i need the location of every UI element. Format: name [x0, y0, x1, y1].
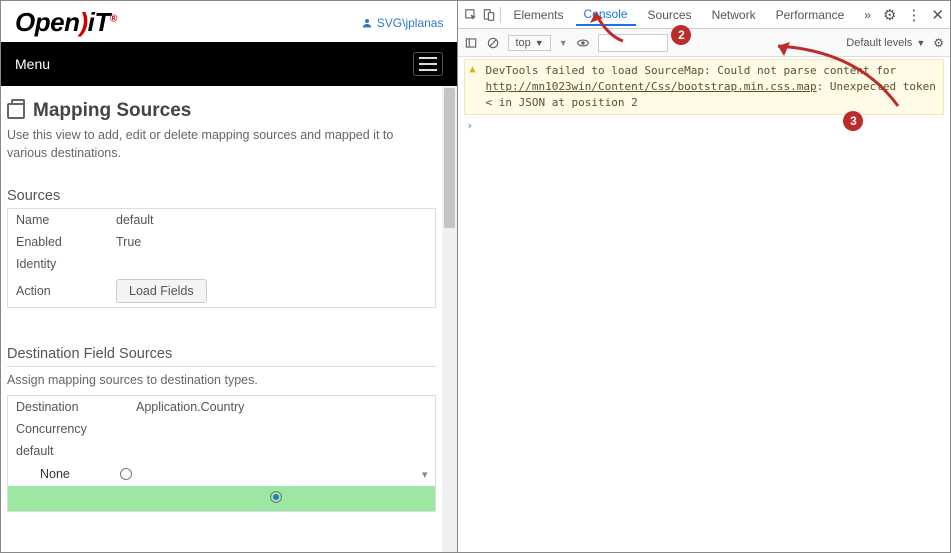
cell-key: Name [16, 213, 116, 227]
scrollbar-thumb[interactable] [444, 88, 455, 228]
table-row: Concurrency [8, 418, 435, 440]
page-content: Mapping Sources Use this view to add, ed… [1, 86, 442, 552]
user-link[interactable]: SVG\jplanas [361, 16, 444, 30]
logo-paren-icon: ) [79, 7, 87, 37]
dest-heading: Destination Field Sources [7, 346, 436, 367]
cell-val: Application.Country [136, 400, 244, 414]
table-row: Identity [8, 253, 435, 275]
context-label: top [515, 37, 530, 49]
tab-console[interactable]: Console [576, 3, 636, 26]
chevron-down-icon: ▼ [535, 38, 544, 48]
radio-icon [270, 491, 282, 503]
tab-network[interactable]: Network [704, 4, 764, 26]
tab-performance[interactable]: Performance [768, 4, 853, 26]
table-row: Namedefault [8, 209, 435, 231]
radio-row-selected[interactable] [8, 486, 435, 511]
cell-key: Enabled [16, 235, 116, 249]
cell-key: Concurrency [16, 422, 136, 436]
table-row: EnabledTrue [8, 231, 435, 253]
kebab-icon[interactable]: ⋮ [906, 6, 921, 24]
console-warning: DevTools failed to load SourceMap: Could… [464, 59, 944, 115]
radio-row-none[interactable]: None ▾ [8, 462, 435, 486]
page-title-text: Mapping Sources [33, 100, 191, 122]
page-description: Use this view to add, edit or delete map… [7, 126, 436, 162]
clear-console-icon[interactable] [486, 36, 500, 50]
console-output: DevTools failed to load SourceMap: Could… [458, 57, 950, 552]
menu-bar: Menu [1, 42, 457, 86]
warn-link[interactable]: http://mn1023win/Content/Css/bootstrap.m… [485, 80, 816, 93]
cell-key: default [16, 444, 136, 458]
tab-sources[interactable]: Sources [640, 4, 700, 26]
chevron-down-icon: ▾ [422, 468, 428, 481]
page-title: Mapping Sources [7, 100, 436, 122]
gear-icon[interactable]: ⚙ [933, 36, 944, 50]
radio-label: None [40, 467, 120, 481]
context-selector[interactable]: top ▼ [508, 35, 550, 51]
close-icon[interactable]: ✕ [931, 6, 944, 24]
chevron-down-icon: ▼ [916, 38, 925, 48]
filter-input[interactable] [598, 34, 668, 52]
gear-icon[interactable]: ⚙ [883, 6, 896, 24]
eye-icon[interactable] [576, 36, 590, 50]
cell-key: Destination [16, 400, 136, 414]
tabs-overflow-icon[interactable]: » [856, 4, 879, 26]
table-row: DestinationApplication.Country [8, 396, 435, 418]
user-label: SVG\jplanas [377, 16, 444, 30]
menu-label: Menu [15, 56, 50, 72]
dest-box: DestinationApplication.Country Concurren… [7, 395, 436, 512]
dest-description: Assign mapping sources to destination ty… [7, 373, 436, 387]
sources-table: Namedefault EnabledTrue Identity ActionL… [7, 209, 436, 308]
cell-val: True [116, 235, 427, 249]
device-toggle-icon[interactable] [482, 8, 496, 22]
app-header: Open)iT® SVG\jplanas [1, 1, 457, 42]
mapping-icon [7, 103, 25, 119]
cell-val: default [116, 213, 427, 227]
vertical-scrollbar[interactable] [442, 86, 457, 552]
radio-icon [120, 468, 132, 480]
cell-key: Identity [16, 257, 116, 271]
logo-reg: ® [110, 13, 117, 24]
sources-heading: Sources [7, 188, 436, 209]
console-prompt[interactable]: › [464, 115, 944, 136]
warn-text: DevTools failed to load SourceMap: Could… [485, 64, 896, 77]
chevron-down-icon: ▼ [559, 38, 568, 48]
table-row: ActionLoad Fields [8, 275, 435, 307]
logo-it: iT [88, 7, 110, 37]
log-levels-label: Default levels [846, 37, 912, 49]
inspect-icon[interactable] [464, 8, 478, 22]
logo-open: Open [15, 7, 79, 37]
sidebar-toggle-icon[interactable] [464, 36, 478, 50]
menu-toggle-button[interactable] [413, 52, 443, 76]
console-toolbar: top ▼ ▼ Default levels ▼ ⚙ [458, 29, 950, 57]
devtools-tabbar: Elements Console Sources Network Perform… [458, 1, 950, 29]
user-icon [361, 17, 373, 29]
tab-elements[interactable]: Elements [505, 4, 571, 26]
table-row: default [8, 440, 435, 462]
load-fields-button[interactable]: Load Fields [116, 279, 207, 303]
logo: Open)iT® [15, 7, 117, 38]
cell-key: Action [16, 284, 116, 298]
log-levels-selector[interactable]: Default levels ▼ [846, 37, 925, 49]
